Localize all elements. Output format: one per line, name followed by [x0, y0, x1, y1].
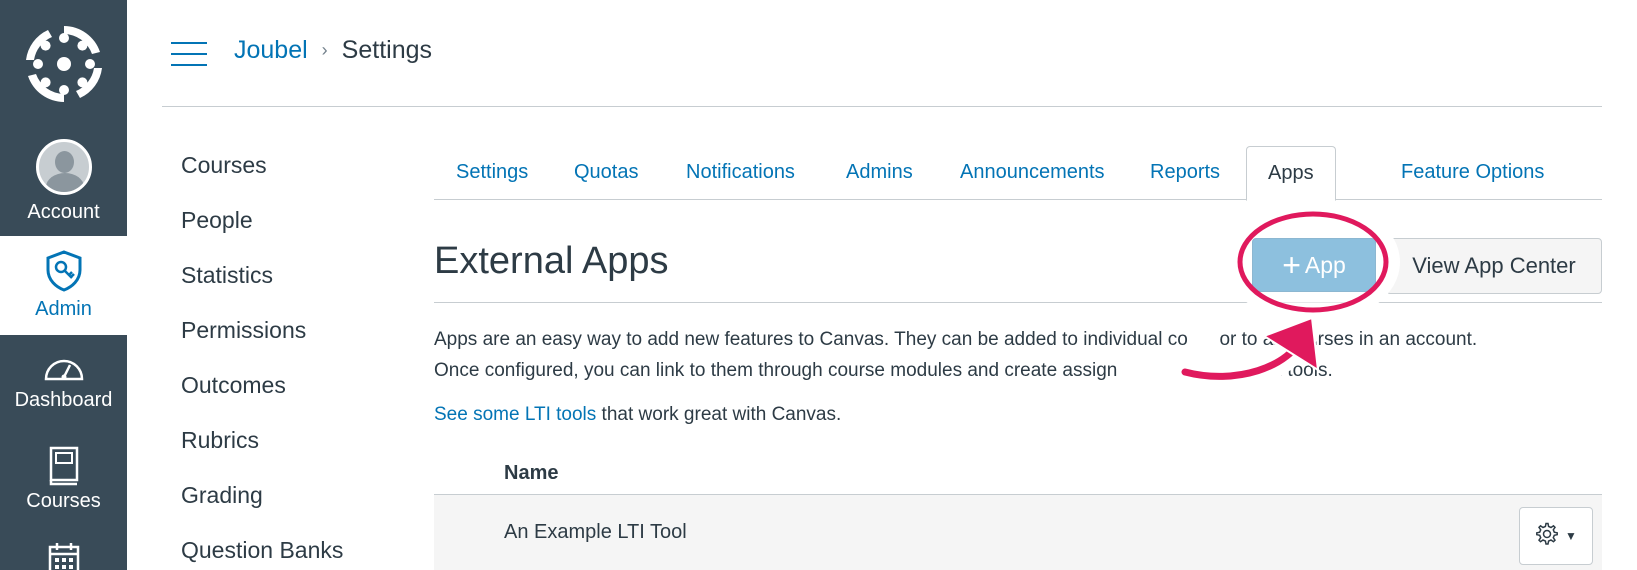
hamburger-menu-icon[interactable] — [171, 42, 207, 66]
apps-description-line-1: Apps are an easy way to add new features… — [434, 329, 1478, 350]
account-menu-grading[interactable]: Grading — [181, 480, 343, 535]
tab-feature-options[interactable]: Feature Options — [1401, 146, 1544, 200]
view-app-center-button[interactable]: View App Center — [1386, 238, 1602, 294]
app-settings-menu-button[interactable]: ▼ — [1519, 507, 1593, 565]
lti-tools-line: See some LTI tools that work great with … — [434, 404, 841, 426]
account-nav-menu: Courses People Statistics Permissions Ou… — [181, 150, 343, 570]
account-menu-statistics[interactable]: Statistics — [181, 260, 343, 315]
tab-apps[interactable]: Apps — [1246, 146, 1336, 201]
tab-announcements[interactable]: Announcements — [960, 146, 1105, 200]
add-app-label: App — [1304, 251, 1346, 278]
calendar-icon — [47, 542, 81, 570]
nav-admin-label: Admin — [35, 298, 92, 320]
nav-admin[interactable]: Admin — [0, 236, 127, 335]
canvas-logo-icon[interactable] — [24, 24, 104, 104]
apps-description: Apps are an easy way to add new features… — [434, 324, 1614, 386]
account-menu-question-banks[interactable]: Question Banks — [181, 535, 343, 570]
nav-account[interactable]: Account — [0, 132, 127, 236]
breadcrumb-link-joubel[interactable]: Joubel — [234, 36, 308, 65]
account-menu-people[interactable]: People — [181, 205, 343, 260]
account-menu-permissions[interactable]: Permissions — [181, 315, 343, 370]
breadcrumb: Joubel › Settings — [234, 36, 432, 65]
apps-description-line-2: Once configured, you can link to them th… — [434, 360, 1333, 381]
page: Account Admin Dashboard Courses Joubel ›… — [0, 0, 1637, 570]
nav-account-label: Account — [27, 201, 100, 223]
breadcrumb-current: Settings — [341, 36, 433, 64]
nav-calendar[interactable] — [0, 538, 127, 570]
header-divider — [162, 106, 1602, 107]
plus-icon: + — [1282, 247, 1301, 283]
table-header-name[interactable]: Name — [504, 462, 558, 485]
dashboard-gauge-icon — [42, 351, 86, 385]
shield-key-icon — [44, 250, 84, 292]
lti-tools-link[interactable]: See some LTI tools — [434, 404, 596, 425]
tab-quotas[interactable]: Quotas — [574, 146, 638, 200]
account-menu-courses[interactable]: Courses — [181, 150, 343, 205]
lti-tools-text: that work great with Canvas. — [596, 404, 842, 425]
add-app-button[interactable]: + App — [1252, 238, 1376, 292]
book-icon — [47, 446, 81, 486]
breadcrumb-separator-icon: › — [321, 40, 328, 60]
content-divider — [434, 302, 1602, 303]
nav-dashboard[interactable]: Dashboard — [0, 345, 127, 425]
account-menu-rubrics[interactable]: Rubrics — [181, 425, 343, 480]
nav-courses-label: Courses — [26, 490, 101, 512]
tab-admins[interactable]: Admins — [846, 146, 913, 200]
global-nav: Account Admin Dashboard Courses — [0, 0, 127, 570]
page-title: External Apps — [434, 240, 669, 282]
avatar — [35, 139, 92, 195]
tab-notifications[interactable]: Notifications — [686, 146, 795, 200]
tab-reports[interactable]: Reports — [1150, 146, 1220, 200]
app-name: An Example LTI Tool — [504, 521, 687, 543]
account-menu-outcomes[interactable]: Outcomes — [181, 370, 343, 425]
nav-courses[interactable]: Courses — [0, 440, 127, 520]
gear-icon — [1535, 522, 1559, 551]
caret-down-icon: ▼ — [1565, 529, 1577, 543]
table-row: An Example LTI Tool ▼ — [434, 495, 1602, 570]
nav-dashboard-label: Dashboard — [14, 389, 113, 411]
tab-settings[interactable]: Settings — [456, 146, 528, 200]
settings-tabs: Settings Quotas Notifications Admins Ann… — [434, 146, 1602, 201]
